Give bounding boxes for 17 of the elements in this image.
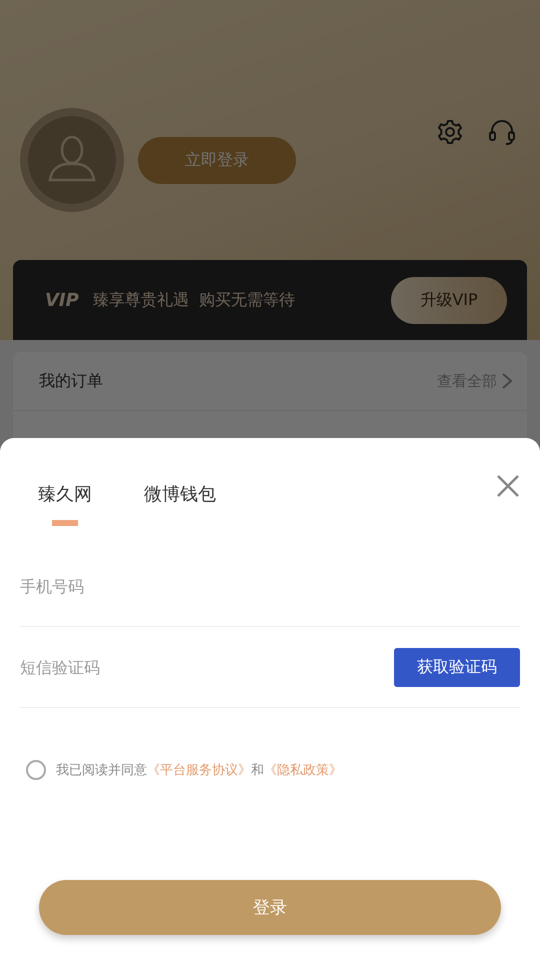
agreement-link[interactable]: 《隐私政策》 [264,763,342,778]
chevron-icon[interactable] [501,372,513,390]
vip-logo: VIP [45,290,79,310]
login-tab[interactable]: 臻久网 [38,482,92,526]
vip-slogan: 臻享尊贵礼遇 购买无需等待 [92,290,296,310]
headset-icon[interactable] [488,118,516,146]
login-button[interactable]: 立即登录 [138,136,296,184]
login-tab[interactable]: 微博钱包 [144,482,216,526]
get-code-button[interactable]: 获取验证码 [394,648,520,686]
settings-icon[interactable] [436,118,464,146]
login-submit-button[interactable]: 登录 [39,880,501,935]
agreement-link[interactable]: 《平台服务协议》 [147,763,251,778]
upgrade-vip-button[interactable]: 升级VIP [391,276,507,324]
close-icon[interactable] [496,474,520,498]
orders-title: 我的订单 [39,370,104,392]
agree-checkbox[interactable] [26,760,46,780]
agreement-text: 我已阅读并同意《平台服务协议》和《隐私政策》 [56,762,342,779]
